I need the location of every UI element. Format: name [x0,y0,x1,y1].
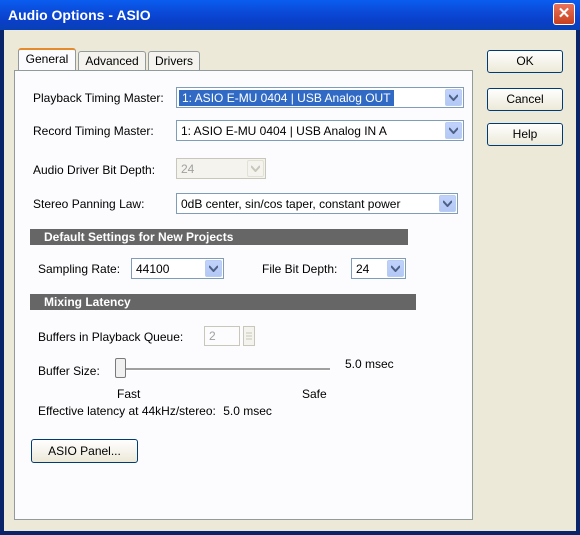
sampling-rate-label: Sampling Rate: [38,262,121,276]
file-bit-depth-select[interactable]: 24 [351,258,406,279]
chevron-down-icon[interactable] [205,260,222,277]
panning-law-value: 0dB center, sin/cos taper, constant powe… [181,197,401,211]
asio-panel-button[interactable]: ASIO Panel... [31,439,138,463]
record-timing-master-value: 1: ASIO E-MU 0404 | USB Analog IN A [181,124,387,138]
window-title: Audio Options - ASIO [8,7,151,23]
chevron-down-icon[interactable] [247,160,264,177]
playback-timing-master-label: Playback Timing Master: [33,91,164,105]
spinner-arrows-icon [246,332,252,340]
buffers-queue-label: Buffers in Playback Queue: [38,330,184,344]
tab-advanced[interactable]: Advanced [78,51,146,71]
close-icon: ✕ [557,5,571,22]
buffer-size-value: 5.0 msec [345,357,394,371]
audio-options-dialog: Audio Options - ASIO ✕ General Advanced … [0,0,580,535]
buffers-queue-spinner[interactable] [243,326,255,346]
buffer-size-track [115,368,330,371]
buffer-size-label: Buffer Size: [38,364,100,378]
latency-section-header: Mixing Latency [30,294,416,310]
panning-law-label: Stereo Panning Law: [33,197,145,211]
record-timing-master-select[interactable]: 1: ASIO E-MU 0404 | USB Analog IN A [176,120,464,141]
bit-depth-value: 24 [181,162,195,176]
effective-latency-label: Effective latency at 44kHz/stereo: 5.0 m… [38,404,272,418]
defaults-section-header: Default Settings for New Projects [30,229,408,245]
buffer-size-slider[interactable] [115,358,126,378]
bit-depth-select[interactable]: 24 [176,158,266,179]
tab-drivers[interactable]: Drivers [148,51,200,71]
effective-latency-value: 5.0 msec [223,404,272,418]
file-bit-depth-label: File Bit Depth: [262,262,338,276]
buffers-queue-value: 2 [209,329,216,343]
chevron-down-icon[interactable] [439,195,456,212]
sampling-rate-select[interactable]: 44100 [131,258,224,279]
title-bar[interactable]: Audio Options - ASIO ✕ [0,0,580,30]
buffers-queue-input[interactable]: 2 [204,326,240,346]
bit-depth-label: Audio Driver Bit Depth: [33,163,156,177]
tab-general[interactable]: General [18,48,76,71]
panning-law-select[interactable]: 0dB center, sin/cos taper, constant powe… [176,193,458,214]
playback-timing-master-select[interactable]: 1: ASIO E-MU 0404 | USB Analog OUT [176,87,464,108]
ok-button[interactable]: OK [487,50,563,73]
slider-safe-label: Safe [302,387,327,401]
file-bit-depth-value: 24 [356,262,370,276]
chevron-down-icon[interactable] [445,89,462,106]
chevron-down-icon[interactable] [445,122,462,139]
help-button[interactable]: Help [487,123,563,146]
chevron-down-icon[interactable] [387,260,404,277]
cancel-button[interactable]: Cancel [487,88,563,111]
sampling-rate-value: 44100 [136,262,170,276]
record-timing-master-label: Record Timing Master: [33,124,154,138]
close-button[interactable]: ✕ [553,3,575,25]
slider-fast-label: Fast [117,387,141,401]
playback-timing-master-value: 1: ASIO E-MU 0404 | USB Analog OUT [179,90,394,106]
effective-latency-text: Effective latency at 44kHz/stereo: [38,404,216,418]
